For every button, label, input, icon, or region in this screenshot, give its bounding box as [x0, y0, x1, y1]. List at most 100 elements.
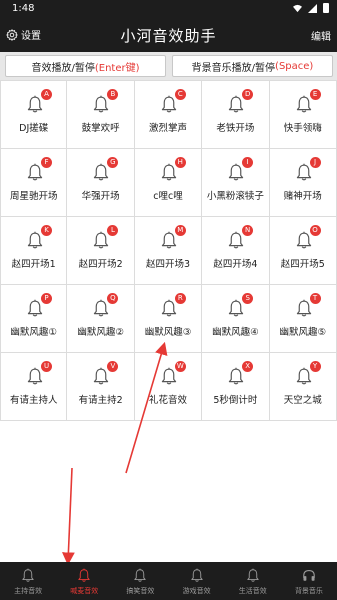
- bell-icon: [295, 299, 313, 318]
- hotkey-badge: W: [174, 361, 186, 372]
- bgm-play-pause-label: 背景音乐播放/暂停: [191, 62, 276, 74]
- nav-tab-label: 主持音效: [14, 587, 43, 595]
- sound-label: 幽默风趣②: [77, 327, 124, 338]
- hotkey-badge: K: [41, 225, 52, 236]
- bell-icon: [160, 299, 178, 318]
- hotkey-badge: J: [309, 157, 321, 168]
- bell-icon: [295, 231, 313, 250]
- signal-icon: [308, 3, 317, 13]
- nav-tab-label: 背景音乐: [294, 587, 323, 595]
- nav-tab[interactable]: 背景音乐: [281, 562, 337, 600]
- sound-button[interactable]: Y 天空之城: [269, 353, 337, 421]
- bell-icon: [160, 95, 178, 114]
- status-icons: [293, 3, 329, 13]
- sound-button[interactable]: C 激烈掌声: [134, 81, 203, 149]
- hotkey-badge: Q: [107, 293, 119, 304]
- sound-button[interactable]: O 赵四开场5: [269, 217, 337, 285]
- nav-tab[interactable]: 搞笑音效: [112, 562, 168, 600]
- sound-label: 老铁开场: [216, 123, 255, 134]
- sound-label: 幽默风趣③: [144, 327, 192, 338]
- sfx-play-pause-label: 音效播放/暂停: [31, 62, 95, 74]
- control-bar: 音效播放/暂停 (Enter键) 背景音乐播放/暂停 (Space): [0, 52, 337, 80]
- sound-label: 幽默风趣①: [10, 327, 57, 338]
- sound-button[interactable]: U 有请主持人: [0, 353, 68, 421]
- sfx-hotkey-label: (Enter键): [94, 62, 140, 74]
- sound-label: 华强开场: [81, 191, 120, 202]
- sound-button[interactable]: I 小黑粉滚犊子: [202, 149, 270, 217]
- nav-tab[interactable]: 生活音效: [225, 562, 281, 600]
- nav-tab[interactable]: 游戏音效: [169, 562, 225, 600]
- hotkey-badge: O: [309, 225, 321, 236]
- bell-icon: [160, 367, 178, 386]
- bell-icon: [190, 568, 204, 583]
- sound-button[interactable]: G 华强开场: [67, 149, 135, 217]
- battery-icon: [323, 3, 329, 13]
- hotkey-badge: T: [309, 293, 321, 304]
- sound-button[interactable]: V 有请主持2: [67, 353, 135, 421]
- hotkey-badge: V: [107, 361, 119, 372]
- nav-tab[interactable]: 喊麦音效: [56, 562, 112, 600]
- sound-label: 快手领嗨: [283, 123, 322, 134]
- sound-button[interactable]: M 赵四开场3: [134, 217, 203, 285]
- nav-tab-label: 搞笑音效: [126, 587, 155, 595]
- nav-tab-label: 喊麦音效: [70, 587, 99, 595]
- sound-button[interactable]: S 幽默风趣④: [202, 285, 270, 353]
- sound-label: 幽默风趣④: [212, 327, 259, 338]
- hotkey-badge: R: [174, 293, 186, 304]
- sound-button[interactable]: Q 幽默风趣②: [67, 285, 135, 353]
- bell-icon: [295, 367, 313, 386]
- sound-label: 赵四开场1: [11, 259, 56, 270]
- nav-tab[interactable]: 主持音效: [0, 562, 56, 600]
- sound-button[interactable]: L 赵四开场2: [67, 217, 135, 285]
- bell-icon: [160, 231, 178, 250]
- sound-button[interactable]: J 赌神开场: [269, 149, 337, 217]
- hotkey-badge: N: [242, 225, 254, 236]
- status-time: 1:48: [12, 3, 35, 14]
- sound-label: 有请主持人: [9, 395, 58, 406]
- sound-button[interactable]: B 鼓掌欢呼: [67, 81, 135, 149]
- sfx-play-pause-button[interactable]: 音效播放/暂停 (Enter键): [5, 55, 166, 77]
- sound-button[interactable]: Hc哩c哩: [134, 149, 203, 217]
- bgm-play-pause-button[interactable]: 背景音乐播放/暂停 (Space): [172, 55, 333, 77]
- hotkey-badge: S: [242, 293, 254, 304]
- sound-button[interactable]: E 快手领嗨: [269, 81, 337, 149]
- sound-label: DJ搓碟: [19, 123, 49, 134]
- hotkey-badge: Y: [309, 361, 321, 372]
- sound-button[interactable]: P 幽默风趣①: [0, 285, 68, 353]
- status-bar: 1:48: [0, 0, 337, 18]
- sound-label: 赵四开场4: [213, 259, 258, 270]
- sound-button[interactable]: R 幽默风趣③: [134, 285, 203, 353]
- bell-icon: [160, 163, 178, 182]
- headphones-icon: [302, 568, 316, 583]
- hotkey-badge: G: [107, 157, 119, 168]
- sound-label: 5秒倒计时: [213, 395, 258, 406]
- hotkey-badge: L: [107, 225, 119, 236]
- sound-button[interactable]: A DJ搓碟: [0, 81, 68, 149]
- sound-button[interactable]: X 5秒倒计时: [202, 353, 270, 421]
- annotation-arrow-to-nav: [62, 467, 75, 566]
- hotkey-badge: X: [242, 361, 254, 372]
- hotkey-badge: M: [174, 225, 186, 236]
- sound-button[interactable]: T 幽默风趣⑤: [269, 285, 337, 353]
- hotkey-badge: B: [107, 89, 119, 100]
- sound-label: 赌神开场: [283, 191, 322, 202]
- hotkey-badge: D: [242, 89, 254, 100]
- sound-label: 周星驰开场: [9, 191, 58, 202]
- hotkey-badge: H: [174, 157, 186, 168]
- sound-button[interactable]: D 老铁开场: [202, 81, 270, 149]
- sound-button[interactable]: F 周星驰开场: [0, 149, 68, 217]
- sound-label: c哩c哩: [153, 191, 183, 202]
- hotkey-badge: P: [41, 293, 52, 304]
- nav-tab-label: 生活音效: [238, 587, 267, 595]
- sound-button[interactable]: K 赵四开场1: [0, 217, 68, 285]
- hotkey-badge: I: [242, 157, 254, 168]
- wifi-icon: [293, 4, 302, 12]
- edit-button[interactable]: 编辑: [311, 28, 331, 43]
- app-title: 小河音效助手: [120, 27, 217, 45]
- sound-button[interactable]: N 赵四开场4: [202, 217, 270, 285]
- sound-button[interactable]: W 礼花音效: [134, 353, 203, 421]
- sound-label: 幽默风趣⑤: [279, 327, 327, 338]
- bell-icon: [246, 568, 260, 583]
- hotkey-badge: A: [41, 89, 52, 100]
- hotkey-badge: C: [174, 89, 186, 100]
